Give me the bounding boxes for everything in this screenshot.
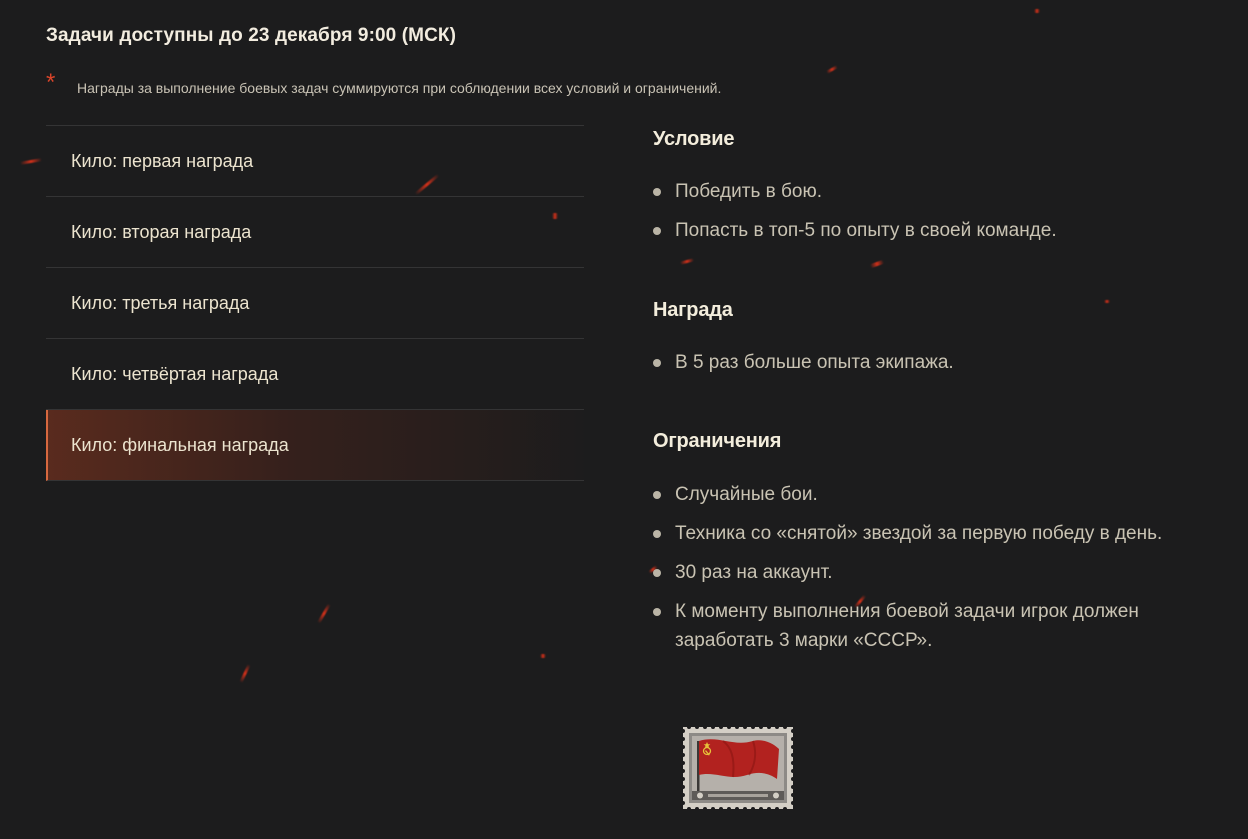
bullet-icon <box>653 569 661 577</box>
task-item-final-reward[interactable]: Кило: финальная награда <box>46 410 584 481</box>
list-item: Победить в бою. <box>653 177 1057 206</box>
bullet-icon <box>653 227 661 235</box>
spark-decoration <box>679 258 695 265</box>
spark-decoration <box>1104 300 1110 303</box>
reward-section: Награда В 5 раз больше опыта экипажа. <box>653 299 954 387</box>
condition-title: Условие <box>653 128 735 150</box>
bullet-icon <box>653 188 661 196</box>
asterisk-icon: * <box>46 69 56 96</box>
list-item: 30 раз на аккаунт. <box>653 558 1193 587</box>
list-item: Случайные бои. <box>653 480 1193 509</box>
spark-decoration <box>317 603 331 624</box>
list-item-text: В 5 раз больше опыта экипажа. <box>675 352 954 373</box>
task-item-fourth-reward[interactable]: Кило: четвёртая награда <box>46 339 584 410</box>
stamp-graphic <box>681 725 795 811</box>
task-item-label: Кило: четвёртая награда <box>71 364 279 384</box>
spark-decoration <box>540 654 546 658</box>
reward-list: В 5 раз больше опыта экипажа. <box>653 348 954 377</box>
list-item: Попасть в топ-5 по опыту в своей команде… <box>653 216 1057 245</box>
spark-decoration <box>826 65 838 74</box>
page-title: Задачи доступны до 23 декабря 9:00 (МСК) <box>46 25 457 46</box>
task-item-label: Кило: вторая награда <box>71 222 252 242</box>
condition-section: Условие Победить в бою. Попасть в топ-5 … <box>653 128 1057 255</box>
list-item-text: Случайные бои. <box>675 484 818 505</box>
spark-decoration <box>19 158 43 165</box>
task-list: Кило: первая награда Кило: вторая наград… <box>46 125 584 481</box>
condition-list: Победить в бою. Попасть в топ-5 по опыту… <box>653 177 1057 245</box>
list-item-text: Техника со «снятой» звездой за первую по… <box>675 523 1163 544</box>
list-item-text: 30 раз на аккаунт. <box>675 562 833 583</box>
spark-decoration <box>1034 9 1040 13</box>
list-item: Техника со «снятой» звездой за первую по… <box>653 519 1193 548</box>
bullet-icon <box>653 359 661 367</box>
task-item-label: Кило: финальная награда <box>71 435 289 455</box>
list-item-text: Победить в бою. <box>675 181 822 202</box>
bullet-icon <box>653 491 661 499</box>
restrictions-section: Ограничения Случайные бои. Техника со «с… <box>653 430 1193 665</box>
bullet-icon <box>653 608 661 616</box>
spark-decoration <box>869 259 885 269</box>
rewards-note-text: Награды за выполнение боевых задач сумми… <box>77 80 722 96</box>
list-item-text: Попасть в топ-5 по опыту в своей команде… <box>675 220 1057 241</box>
task-item-label: Кило: третья награда <box>71 293 250 313</box>
task-item-second-reward[interactable]: Кило: вторая награда <box>46 197 584 268</box>
task-item-first-reward[interactable]: Кило: первая награда <box>46 126 584 197</box>
bullet-icon <box>653 530 661 538</box>
task-item-label: Кило: первая награда <box>71 151 254 171</box>
restrictions-list: Случайные бои. Техника со «снятой» звезд… <box>653 480 1193 655</box>
spark-decoration <box>239 663 251 684</box>
list-item: К моменту выполнения боевой задачи игрок… <box>653 597 1193 655</box>
list-item-text: К моменту выполнения боевой задачи игрок… <box>675 601 1139 651</box>
reward-title: Награда <box>653 299 733 321</box>
task-item-third-reward[interactable]: Кило: третья награда <box>46 268 584 339</box>
list-item: В 5 раз больше опыта экипажа. <box>653 348 954 377</box>
ussr-flag-stamp-icon <box>681 725 795 811</box>
page: Задачи доступны до 23 декабря 9:00 (МСК)… <box>0 0 1248 839</box>
restrictions-title: Ограничения <box>653 430 782 452</box>
